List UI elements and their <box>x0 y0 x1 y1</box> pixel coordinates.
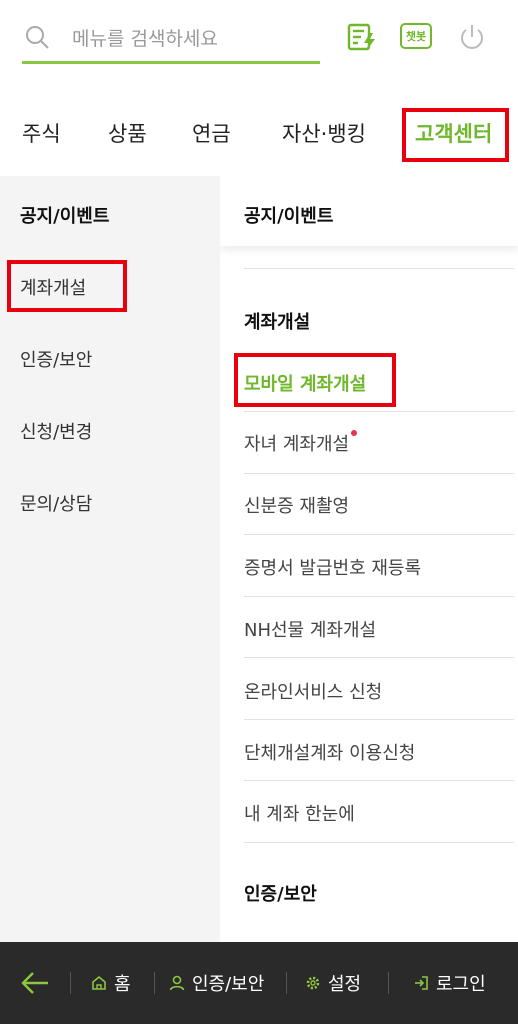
highlight-box-customer-center <box>402 108 509 162</box>
tab-assets-banking[interactable]: 자산·뱅킹 <box>282 118 366 148</box>
settings-button[interactable]: 설정 <box>304 970 361 996</box>
side-item-apply-change[interactable]: 신청/변경 <box>20 418 92 444</box>
divider <box>244 268 514 269</box>
submenu-panel: 공지/이벤트 계좌개설 모바일 계좌개설 자녀 계좌개설 신분증 재촬영 증명서… <box>220 176 518 942</box>
menu-item-online-service[interactable]: 온라인서비스 신청 <box>244 678 514 704</box>
menu-item-my-accounts-overview[interactable]: 내 계좌 한눈에 <box>244 800 514 826</box>
back-arrow-icon[interactable] <box>20 970 50 996</box>
side-item-auth[interactable]: 인증/보안 <box>20 346 92 372</box>
login-icon <box>415 976 428 990</box>
side-item-inquiry[interactable]: 문의/상담 <box>20 490 92 516</box>
gear-icon <box>306 976 320 990</box>
divider <box>244 719 514 720</box>
auth-button[interactable]: 인증/보안 <box>168 970 264 996</box>
tab-pension[interactable]: 연금 <box>192 118 231 148</box>
menu-item-label: 자녀 계좌개설 <box>244 434 350 455</box>
divider <box>244 780 514 781</box>
home-button[interactable]: 홈 <box>90 970 131 996</box>
menu-item-nh-futures-account[interactable]: NH선물 계좌개설 <box>244 616 514 642</box>
top-tabs: 주식 상품 연금 자산·뱅킹 고객센터 <box>0 100 518 176</box>
divider <box>244 411 514 412</box>
bottom-bar: 홈 인증/보안 설정 로그인 <box>0 942 518 1024</box>
search-placeholder: 메뉴를 검색하세요 <box>72 28 218 50</box>
section-title-account-open: 계좌개설 <box>244 312 311 333</box>
login-label: 로그인 <box>436 974 486 995</box>
home-label: 홈 <box>114 974 131 995</box>
ai-memo-icon[interactable] <box>345 20 379 54</box>
tab-stock[interactable]: 주식 <box>22 118 61 148</box>
divider <box>244 473 514 474</box>
settings-label: 설정 <box>328 974 362 995</box>
search-icon <box>26 26 49 49</box>
section-title-auth: 인증/보안 <box>244 884 317 905</box>
side-item-notice[interactable]: 공지/이벤트 <box>20 202 109 228</box>
separator <box>286 972 287 994</box>
search-input[interactable]: 메뉴를 검색하세요 <box>22 14 320 64</box>
home-icon <box>92 975 106 990</box>
login-button[interactable]: 로그인 <box>412 970 486 996</box>
menu-item-id-rephoto[interactable]: 신분증 재촬영 <box>244 492 514 518</box>
highlight-box-account-open <box>7 260 127 312</box>
separator <box>154 972 155 994</box>
separator <box>70 972 71 994</box>
separator <box>388 972 389 994</box>
auth-label: 인증/보안 <box>192 974 265 995</box>
power-icon[interactable] <box>455 20 489 54</box>
menu-item-cert-reregister[interactable]: 증명서 발급번호 재등록 <box>244 554 514 580</box>
divider <box>244 842 514 843</box>
divider <box>244 657 514 658</box>
divider <box>244 596 514 597</box>
submenu-sticky-header: 공지/이벤트 <box>220 176 518 246</box>
chatbot-icon[interactable]: 챗봇 <box>400 23 432 49</box>
side-nav: 공지/이벤트 계좌개설 인증/보안 신청/변경 문의/상담 <box>0 176 220 942</box>
chatbot-label: 챗봇 <box>405 30 427 43</box>
menu-item-child-account-open[interactable]: 자녀 계좌개설 <box>244 430 514 456</box>
user-icon <box>169 975 185 991</box>
submenu-sticky-title: 공지/이벤트 <box>244 206 334 227</box>
header: 메뉴를 검색하세요 챗봇 <box>0 0 518 100</box>
highlight-box-mobile-account-open <box>234 353 396 407</box>
divider <box>244 534 514 535</box>
new-badge-dot <box>351 430 358 436</box>
tab-products[interactable]: 상품 <box>108 118 147 148</box>
menu-item-group-account[interactable]: 단체개설계좌 이용신청 <box>244 739 514 765</box>
